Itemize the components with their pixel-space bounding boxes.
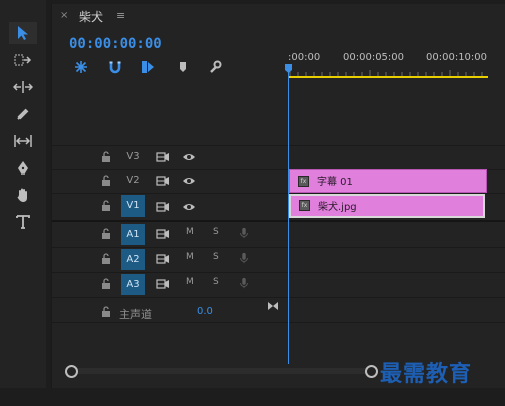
add-marker-icon[interactable] [176,59,190,73]
mute-button[interactable]: M [186,252,194,262]
track-header-v3: V3 [52,145,288,169]
wrench-settings-icon[interactable] [208,59,222,73]
type-icon[interactable] [9,211,37,233]
sync-lock-icon[interactable] [156,278,170,290]
selection-tool-icon[interactable] [9,22,37,44]
sync-lock-icon[interactable] [156,151,170,163]
lock-icon[interactable] [101,278,111,289]
lock-icon[interactable] [101,228,111,239]
scroll-end-handle[interactable] [365,365,378,378]
ripple-edit-icon[interactable] [9,76,37,98]
track-header-v1: V1 [52,193,288,220]
track-target-v2[interactable]: V2 [121,172,145,190]
sync-lock-icon[interactable] [156,201,170,213]
clip-label: 柴犬.jpg [318,202,357,213]
hand-icon[interactable] [9,184,37,206]
clip-fx-icon: fx [298,176,309,187]
track-target-v3[interactable]: V3 [121,148,145,166]
magnet-snap-icon[interactable] [108,59,122,74]
microphone-icon[interactable] [237,227,251,239]
lock-icon[interactable] [101,151,111,162]
track-header-a3: A3 M S [52,272,288,297]
ruler-label: :00:00 [288,52,321,63]
clip-caption-01[interactable]: fx 字幕 01 [289,169,487,193]
lock-icon[interactable] [101,306,111,317]
eye-icon[interactable] [182,151,196,163]
clip-label: 字幕 01 [317,177,353,188]
playhead-line[interactable] [288,68,289,364]
track-header-a2: A2 M S [52,247,288,272]
work-area-bar[interactable] [288,76,488,78]
sync-lock-icon[interactable] [156,175,170,187]
row-divider [52,322,505,323]
sync-lock-icon[interactable] [156,228,170,240]
playhead-timecode[interactable]: 00:00:00:00 [69,36,162,52]
master-track-label: 主声道 [119,308,152,321]
mute-button[interactable]: M [186,277,194,287]
mute-button[interactable]: M [186,227,194,237]
master-volume-value[interactable]: 0.0 [197,306,213,317]
solo-button[interactable]: S [213,227,219,237]
lock-icon[interactable] [101,200,111,211]
slip-icon[interactable] [9,130,37,152]
track-header-a1: A1 M S [52,222,288,247]
eye-icon[interactable] [182,175,196,187]
track-select-forward-icon[interactable] [9,49,37,71]
clip-fx-icon: fx [299,200,310,211]
snap-nest-icon[interactable] [74,59,88,73]
scroll-start-handle[interactable] [65,365,78,378]
close-tab-button[interactable]: × [60,10,68,21]
horizontal-scrollbar[interactable] [67,368,374,374]
linked-selection-icon[interactable] [141,59,155,73]
razor-icon[interactable] [9,103,37,125]
clip-shiba-jpg[interactable]: fx 柴犬.jpg [289,194,485,218]
watermark-logo: 最需教育 [380,361,473,387]
tools-panel [0,0,46,406]
lock-icon[interactable] [101,175,111,186]
sequence-tab-title[interactable]: 柴犬 [79,8,103,25]
track-header-v2: V2 [52,169,288,193]
status-bar [0,388,505,406]
pen-icon[interactable] [9,157,37,179]
track-target-v1[interactable]: V1 [121,195,145,217]
track-target-a2[interactable]: A2 [121,249,145,270]
track-target-a3[interactable]: A3 [121,274,145,295]
eye-icon[interactable] [182,201,196,213]
sync-lock-icon[interactable] [156,253,170,265]
solo-button[interactable]: S [213,252,219,262]
lock-icon[interactable] [101,253,111,264]
row-divider [52,297,505,298]
solo-button[interactable]: S [213,277,219,287]
microphone-icon[interactable] [237,252,251,264]
microphone-icon[interactable] [237,277,251,289]
panel-menu-icon[interactable]: ≡ [116,9,125,22]
ruler-label: 00:00:10:00 [426,52,488,63]
end-marker-icon[interactable] [267,301,279,311]
timeline-panel: × 柴犬 ≡ 00:00:00:00 :00:00 00:00:05:00 00… [51,4,505,388]
track-target-a1[interactable]: A1 [121,224,145,245]
ruler-label: 00:00:05:00 [343,52,405,63]
